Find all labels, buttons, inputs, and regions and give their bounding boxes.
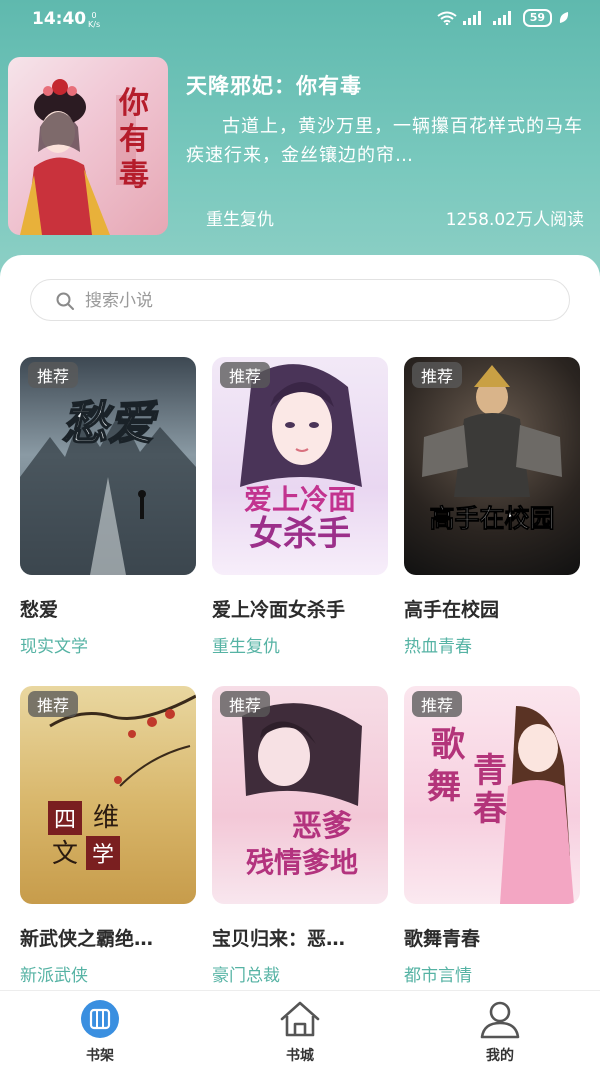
- recommend-tag: 推荐: [28, 362, 79, 388]
- book-cover[interactable]: 推荐 歌 青 舞 春: [404, 686, 580, 904]
- book-title[interactable]: 宝贝归来：恶…: [212, 924, 388, 951]
- recommend-tag: 推荐: [412, 691, 463, 717]
- svg-text:学: 学: [92, 842, 114, 867]
- book-cover[interactable]: 推荐 愁爱: [20, 357, 196, 575]
- svg-text:残情爹地: 残情爹地: [246, 847, 358, 879]
- search-input[interactable]: [83, 288, 527, 314]
- main-content: 推荐 愁爱 愁爱 现实文学 推荐 爱上冷面 女杀手 爱上冷面女杀手: [0, 255, 600, 990]
- wifi-icon: [437, 11, 457, 25]
- book-card[interactable]: 推荐 愁爱 愁爱 现实文学: [20, 357, 196, 657]
- search-icon: [56, 292, 74, 310]
- tab-profile[interactable]: 我的: [460, 999, 540, 1065]
- signal-icon: [492, 11, 511, 25]
- svg-text:高手在校园: 高手在校园: [429, 504, 554, 533]
- book-cover[interactable]: 推荐 四 维 文 学: [20, 686, 196, 904]
- book-title[interactable]: 爱上冷面女杀手: [212, 595, 388, 622]
- signal-icon: [462, 11, 481, 25]
- status-bar: 14:40 0 K/s 59: [0, 0, 600, 40]
- cover-illustration: 爱上冷面 女杀手: [240, 364, 362, 553]
- bookshelf-icon: [81, 1000, 119, 1038]
- svg-text:愁爱: 愁爱: [62, 397, 159, 449]
- featured-book-cover[interactable]: 你 有 毒: [8, 57, 168, 235]
- svg-text:春: 春: [473, 790, 507, 828]
- book-title[interactable]: 新武侠之霸绝…: [20, 924, 196, 951]
- svg-text:维: 维: [93, 803, 119, 832]
- cover-illustration: 歌 青 舞 春: [427, 706, 574, 904]
- search-bar[interactable]: [30, 279, 570, 321]
- status-icons: 59: [437, 9, 570, 27]
- net-speed: 0 K/s: [88, 11, 101, 29]
- book-card[interactable]: 推荐 爱上冷面 女杀手 爱上冷面女杀手 重生复仇: [212, 357, 388, 657]
- cover-illustration: 四 维 文 学: [48, 694, 196, 870]
- tab-label: 书架: [86, 1048, 114, 1064]
- tab-label: 我的: [486, 1048, 514, 1064]
- tab-label: 书城: [286, 1048, 314, 1064]
- book-title[interactable]: 高手在校园: [404, 595, 580, 622]
- book-genre: 现实文学: [20, 637, 88, 657]
- svg-text:有: 有: [119, 123, 149, 156]
- leaf-icon: [559, 12, 569, 23]
- book-cover[interactable]: 推荐 爱上冷面 女杀手: [212, 357, 388, 575]
- recommend-tag: 推荐: [28, 691, 79, 717]
- svg-text:毒: 毒: [119, 159, 149, 192]
- cover-illustration: 愁爱: [20, 396, 196, 575]
- svg-text:青: 青: [473, 752, 507, 790]
- featured-read-count: 1258.02万人阅读: [445, 210, 584, 230]
- svg-text:歌: 歌: [431, 726, 466, 764]
- featured-genre: 重生复仇: [206, 210, 274, 230]
- recommend-tag: 推荐: [220, 691, 271, 717]
- book-genre: 热血青春: [404, 637, 472, 657]
- book-card[interactable]: 推荐 高手在校园 高手在校园 热血青春: [404, 357, 580, 657]
- recommend-tag: 推荐: [220, 362, 271, 388]
- svg-text:恶爹: 恶爹: [292, 810, 352, 843]
- status-time: 14:40: [32, 9, 87, 29]
- tab-bookshelf[interactable]: 书架: [60, 999, 140, 1065]
- book-card[interactable]: 推荐 恶爹 残情爹地 宝贝归来：恶… 豪门总裁: [212, 686, 388, 986]
- tab-bookstore[interactable]: 书城: [260, 999, 340, 1065]
- svg-text:你: 你: [118, 87, 149, 120]
- book-title[interactable]: 歌舞青春: [404, 924, 580, 951]
- svg-text:爱上冷面: 爱上冷面: [244, 484, 356, 515]
- svg-text:文: 文: [52, 839, 78, 868]
- cover-illustration: 你 有 毒: [20, 79, 149, 235]
- featured-description: 古道上，黄沙万里，一辆攥百花样式的马车疾速行来，金丝镶边的帘…: [186, 116, 583, 166]
- home-icon: [280, 1001, 320, 1037]
- book-title[interactable]: 愁爱: [20, 595, 196, 622]
- book-genre: 重生复仇: [212, 637, 280, 657]
- battery-indicator: 59: [522, 9, 552, 27]
- featured-banner[interactable]: 14:40 0 K/s 59 你 有 毒 天降邪妃：你有毒 古道上，黄沙万里，一…: [0, 0, 600, 290]
- featured-title[interactable]: 天降邪妃：你有毒: [186, 70, 362, 100]
- book-cover[interactable]: 推荐 高手在校园: [404, 357, 580, 575]
- book-card[interactable]: 推荐 四 维 文 学 新武侠之霸绝… 新派武侠: [20, 686, 196, 986]
- book-genre: 都市言情: [404, 966, 472, 986]
- cover-illustration: 恶爹 残情爹地: [242, 703, 362, 879]
- bottom-tab-bar: 书架 书城 我的: [0, 990, 600, 1067]
- book-card[interactable]: 推荐 歌 青 舞 春 歌舞青春 都市言情: [404, 686, 580, 986]
- user-icon: [480, 1001, 520, 1039]
- recommend-tag: 推荐: [412, 362, 463, 388]
- cover-illustration: 高手在校园: [422, 365, 562, 533]
- book-cover[interactable]: 推荐 恶爹 残情爹地: [212, 686, 388, 904]
- svg-text:四: 四: [54, 807, 76, 832]
- book-genre: 豪门总裁: [212, 966, 280, 986]
- svg-text:女杀手: 女杀手: [249, 514, 351, 553]
- svg-text:舞: 舞: [427, 768, 461, 806]
- book-genre: 新派武侠: [20, 966, 88, 986]
